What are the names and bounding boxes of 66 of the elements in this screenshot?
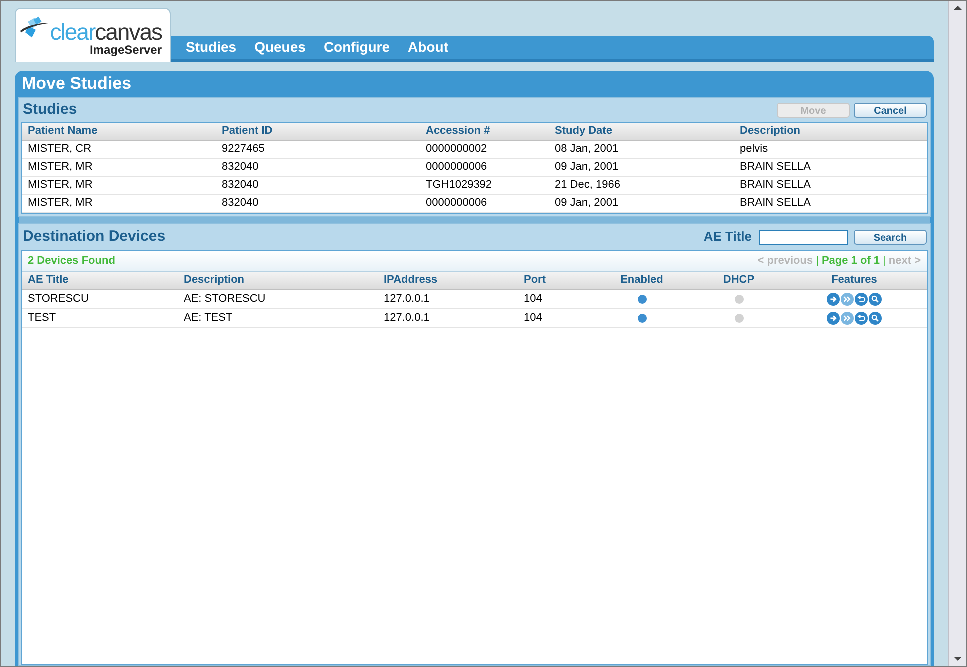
double-chevron-icon[interactable] xyxy=(841,292,854,306)
table-cell-text: BRAIN SELLA xyxy=(740,160,812,176)
undo-icon[interactable] xyxy=(855,292,868,306)
section-title: Destination Devices xyxy=(22,226,167,247)
table-cell-text: BRAIN SELLA xyxy=(740,196,812,212)
table-cell-text: MISTER, MR xyxy=(28,178,94,194)
pager-separator: | xyxy=(816,254,819,269)
table-cell-text: 127.0.0.1 xyxy=(384,292,431,307)
table-cell-text: pelvis xyxy=(740,142,770,158)
table-cell-text: STORESCU xyxy=(28,292,90,307)
pager-separator: | xyxy=(883,254,886,269)
search-icon[interactable] xyxy=(869,312,882,324)
action-button[interactable]: Cancel xyxy=(854,102,927,118)
section-title: Studies xyxy=(22,100,78,120)
column-header[interactable]: Patient ID xyxy=(222,123,426,140)
column-header[interactable]: Features xyxy=(788,272,921,289)
search-icon[interactable] xyxy=(869,292,882,306)
table-cell-text: MISTER, MR xyxy=(28,160,94,176)
search-button[interactable]: Search xyxy=(854,230,927,244)
table-cell-text: MISTER, CR xyxy=(28,142,93,158)
table-cell-text: 09 Jan, 2001 xyxy=(555,196,620,212)
table-cell-text: AE: STORESCU xyxy=(184,292,267,307)
table-cell-text: BRAIN SELLA xyxy=(740,178,812,194)
table-cell-text: 0000000006 xyxy=(426,196,488,212)
panel-title: Move Studies xyxy=(21,73,133,95)
table-cell-text: 09 Jan, 2001 xyxy=(555,160,620,176)
column-header[interactable]: Accession # xyxy=(426,123,555,140)
ae-title-field[interactable] xyxy=(759,230,848,244)
arrow-icon[interactable] xyxy=(827,292,840,306)
table-cell-text: MISTER, MR xyxy=(28,196,94,212)
nav-link[interactable]: Configure xyxy=(324,37,390,58)
nav-link[interactable]: About xyxy=(408,37,448,58)
table-cell-text: 9227465 xyxy=(222,142,266,158)
table-cell-text: 104 xyxy=(524,292,544,307)
column-header[interactable]: Study Date xyxy=(555,123,740,140)
table-cell-text: 21 Dec, 1966 xyxy=(555,178,622,194)
table-cell-text: TGH1029392 xyxy=(426,178,494,194)
double-chevron-icon[interactable] xyxy=(841,312,854,324)
column-header[interactable]: Description xyxy=(740,123,921,140)
table-cell-text: TEST xyxy=(28,310,58,326)
table-cell-text: AE: TEST xyxy=(184,310,234,326)
column-header[interactable]: DHCP xyxy=(690,272,788,289)
nav-link[interactable]: Queues xyxy=(254,37,306,58)
table-cell-text: 832040 xyxy=(222,160,260,176)
table-cell-text: 104 xyxy=(524,310,544,326)
column-header[interactable]: Port xyxy=(524,272,594,289)
table-cell-text: 08 Jan, 2001 xyxy=(555,142,620,158)
table-cell-text: 832040 xyxy=(222,196,260,212)
devices-found-count: 2 Devices Found xyxy=(28,254,116,269)
column-header[interactable]: Patient Name xyxy=(28,123,222,140)
arrow-icon[interactable] xyxy=(827,312,840,324)
table-cell-text: 832040 xyxy=(222,178,260,194)
page-indicator: Page 1 of 1 xyxy=(822,254,880,269)
table-cell-text: 127.0.0.1 xyxy=(384,310,431,326)
column-header[interactable]: IPAddress xyxy=(384,272,524,289)
nav-link[interactable]: Studies xyxy=(186,37,237,58)
column-header[interactable]: Description xyxy=(184,272,384,289)
logo-subtitle: ImageServer xyxy=(90,44,162,57)
scrollbar[interactable] xyxy=(948,1,966,666)
search-label: AE Title xyxy=(704,228,752,246)
logo-wordmark: clearcanvas xyxy=(50,20,162,44)
table-cell-text: 0000000002 xyxy=(426,142,488,158)
table-cell-text: 0000000006 xyxy=(426,160,488,176)
column-header[interactable]: AE Title xyxy=(28,272,184,289)
undo-icon[interactable] xyxy=(855,312,868,324)
column-header[interactable]: Enabled xyxy=(594,272,690,289)
